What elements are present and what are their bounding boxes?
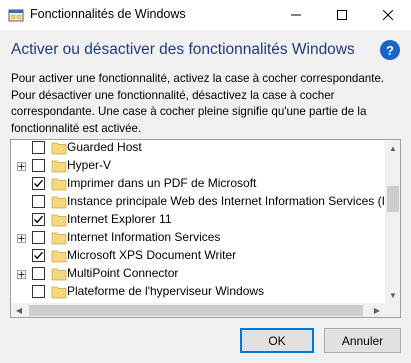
- minimize-icon: [291, 14, 301, 16]
- feature-row[interactable]: Plateforme de l'hyperviseur Windows: [11, 283, 385, 301]
- feature-checkbox[interactable]: [32, 159, 45, 172]
- feature-row[interactable]: Guarded Host: [11, 140, 385, 157]
- minimize-button[interactable]: [273, 0, 319, 30]
- vertical-scroll-thumb[interactable]: [387, 186, 399, 212]
- folder-icon: [51, 268, 67, 281]
- folder-icon: [51, 160, 67, 173]
- folder-icon: [51, 178, 67, 191]
- feature-label: Hyper-V: [67, 158, 112, 172]
- feature-label: Internet Information Services: [67, 230, 221, 244]
- close-icon: [383, 10, 393, 20]
- feature-label: Imprimer dans un PDF de Microsoft: [67, 176, 257, 190]
- scroll-up-icon[interactable]: ▲: [385, 140, 400, 156]
- feature-row[interactable]: Internet Explorer 11: [11, 211, 385, 229]
- folder-icon: [51, 232, 67, 245]
- cancel-button[interactable]: Annuler: [324, 328, 401, 353]
- features-list[interactable]: Guarded Host Hyper-V Imprimer dans un PDF …: [10, 139, 401, 318]
- windows-features-icon: [8, 9, 24, 22]
- features-rows: Guarded Host Hyper-V Imprimer dans un PDF …: [11, 140, 385, 303]
- expand-icon[interactable]: [17, 162, 26, 171]
- dialog-content: Activer ou désactiver des fonctionnalité…: [0, 30, 411, 363]
- feature-checkbox[interactable]: [32, 267, 45, 280]
- ok-button[interactable]: OK: [240, 328, 314, 353]
- title-bar: Fonctionnalités de Windows: [0, 0, 411, 30]
- close-button[interactable]: [365, 0, 411, 30]
- feature-row[interactable]: Instance principale Web des Internet Inf…: [11, 193, 385, 211]
- feature-checkbox[interactable]: [32, 231, 45, 244]
- scroll-right-icon[interactable]: ▶: [369, 303, 385, 317]
- feature-checkbox[interactable]: [32, 177, 45, 190]
- folder-icon: [51, 214, 67, 227]
- feature-row[interactable]: Imprimer dans un PDF de Microsoft: [11, 175, 385, 193]
- feature-label: MultiPoint Connector: [67, 266, 179, 280]
- folder-icon: [51, 250, 67, 263]
- feature-label: Internet Explorer 11: [67, 212, 172, 226]
- feature-checkbox[interactable]: [32, 285, 45, 298]
- checkmark-icon: [34, 215, 44, 224]
- feature-row[interactable]: MultiPoint Connector: [11, 265, 385, 283]
- feature-checkbox[interactable]: [32, 195, 45, 208]
- page-title: Activer ou désactiver des fonctionnalité…: [11, 41, 355, 58]
- feature-label: Guarded Host: [67, 140, 142, 154]
- scroll-down-icon[interactable]: ▼: [385, 287, 400, 303]
- horizontal-scrollbar[interactable]: ◀ ▶: [11, 303, 385, 317]
- horizontal-scroll-thumb[interactable]: [29, 305, 363, 316]
- feature-checkbox[interactable]: [32, 213, 45, 226]
- checkmark-icon: [34, 251, 44, 260]
- vertical-scrollbar[interactable]: ▲ ▼: [385, 140, 400, 303]
- folder-icon: [51, 142, 67, 155]
- expand-icon[interactable]: [17, 234, 26, 243]
- expand-icon[interactable]: [17, 270, 26, 279]
- maximize-button[interactable]: [319, 0, 365, 30]
- folder-icon: [51, 196, 67, 209]
- checkmark-icon: [34, 179, 44, 188]
- feature-label: Microsoft XPS Document Writer: [67, 248, 237, 262]
- feature-label: Plateforme de l'hyperviseur Windows: [67, 284, 265, 298]
- feature-row[interactable]: Internet Information Services: [11, 229, 385, 247]
- feature-row[interactable]: Hyper-V: [11, 157, 385, 175]
- feature-row[interactable]: Microsoft XPS Document Writer: [11, 247, 385, 265]
- maximize-icon: [337, 10, 347, 20]
- scrollbar-corner: [385, 303, 400, 317]
- feature-label: Instance principale Web des Internet Inf…: [67, 194, 385, 208]
- description-text: Pour activer une fonctionnalité, activez…: [11, 72, 385, 135]
- feature-checkbox[interactable]: [32, 141, 45, 154]
- scroll-left-icon[interactable]: ◀: [11, 303, 27, 317]
- help-icon[interactable]: ?: [380, 40, 400, 60]
- folder-icon: [51, 286, 67, 299]
- feature-checkbox[interactable]: [32, 249, 45, 262]
- window-title: Fonctionnalités de Windows: [30, 7, 186, 21]
